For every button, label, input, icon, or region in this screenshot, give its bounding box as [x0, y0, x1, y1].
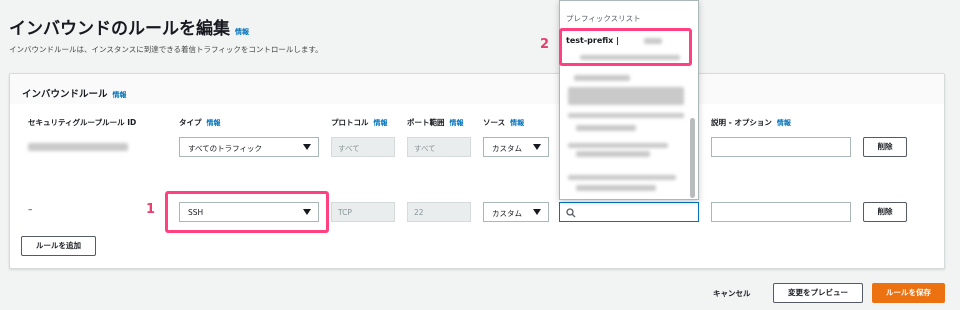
column-header-description: 説明 - オプション 情報	[711, 117, 791, 128]
port-range-field: 22	[407, 202, 471, 222]
protocol-field: すべて	[331, 137, 395, 157]
redacted-text[interactable]	[574, 75, 630, 81]
annotation-callout-2: 2	[540, 37, 550, 52]
type-select[interactable]: すべてのトラフィック	[179, 137, 319, 157]
source-select[interactable]: カスタム	[483, 202, 549, 222]
port-range-field: すべて	[407, 137, 471, 157]
panel-title-text: インバウンドルール	[22, 89, 108, 100]
redacted-text[interactable]	[568, 143, 668, 148]
chevron-down-icon	[533, 144, 541, 150]
delete-button[interactable]: 削除	[863, 137, 907, 157]
column-header-protocol-label: プロトコル	[331, 118, 369, 127]
column-header-source: ソース 情報	[483, 117, 524, 128]
preview-changes-button[interactable]: 変更をプレビュー	[773, 283, 863, 303]
annotation-highlight-type	[165, 191, 329, 233]
annotation-highlight-prefix	[559, 28, 692, 66]
redacted-text	[576, 125, 636, 131]
page-title-text: インバウンドのルールを編集	[9, 19, 230, 39]
source-select[interactable]: カスタム	[483, 137, 549, 157]
source-search-input[interactable]	[559, 202, 699, 222]
redacted-text[interactable]	[568, 175, 676, 180]
redacted-rule-id	[28, 143, 128, 151]
save-rules-button[interactable]: ルールを保存	[872, 283, 945, 303]
column-header-description-label: 説明 - オプション	[711, 118, 772, 127]
source-select-value: カスタム	[492, 144, 522, 153]
dropdown-scrollbar[interactable]	[690, 118, 695, 198]
annotation-callout-1: 1	[146, 202, 156, 217]
column-header-port-range-label: ポート範囲	[407, 118, 445, 127]
info-link[interactable]: 情報	[374, 119, 388, 127]
column-header-port-range: ポート範囲 情報	[407, 117, 464, 128]
source-select-value: カスタム	[492, 209, 522, 218]
info-link[interactable]: 情報	[450, 119, 464, 127]
redacted-text	[576, 185, 656, 191]
type-select-value: すべてのトラフィック	[188, 144, 263, 153]
delete-button[interactable]: 削除	[863, 202, 907, 222]
chevron-down-icon	[303, 144, 311, 150]
column-header-type-label: タイプ	[179, 118, 202, 127]
cancel-link[interactable]: キャンセル	[713, 288, 751, 299]
dropdown-group-label: プレフィックスリスト	[566, 14, 641, 23]
column-header-source-label: ソース	[483, 118, 506, 127]
panel-title: インバウンドルール 情報	[22, 86, 127, 100]
info-link[interactable]: 情報	[207, 119, 221, 127]
redacted-text	[576, 151, 650, 157]
redacted-text[interactable]	[568, 113, 684, 118]
add-rule-button[interactable]: ルールを追加	[21, 236, 96, 256]
description-input[interactable]	[711, 202, 851, 222]
info-link[interactable]: 情報	[113, 91, 127, 99]
info-link[interactable]: 情報	[510, 119, 524, 127]
page-title: インバウンドのルールを編集 情報	[9, 14, 249, 39]
column-header-type: タイプ 情報	[179, 117, 221, 128]
info-link[interactable]: 情報	[235, 28, 249, 36]
description-input[interactable]	[711, 137, 851, 157]
chevron-down-icon	[533, 209, 541, 215]
rule-id-text: –	[28, 205, 33, 215]
redacted-text	[568, 87, 684, 105]
column-header-rule-id: セキュリティグループルール ID	[28, 118, 137, 127]
search-icon	[566, 208, 576, 218]
column-header-protocol: プロトコル 情報	[331, 117, 388, 128]
inbound-rules-panel: インバウンドルール 情報	[9, 73, 945, 269]
info-link[interactable]: 情報	[777, 119, 791, 127]
protocol-field: TCP	[331, 202, 395, 222]
page-description: インバウンドルールは、インスタンスに到達できる着信トラフィックをコントロールしま…	[9, 45, 323, 54]
panel-header	[10, 74, 944, 104]
